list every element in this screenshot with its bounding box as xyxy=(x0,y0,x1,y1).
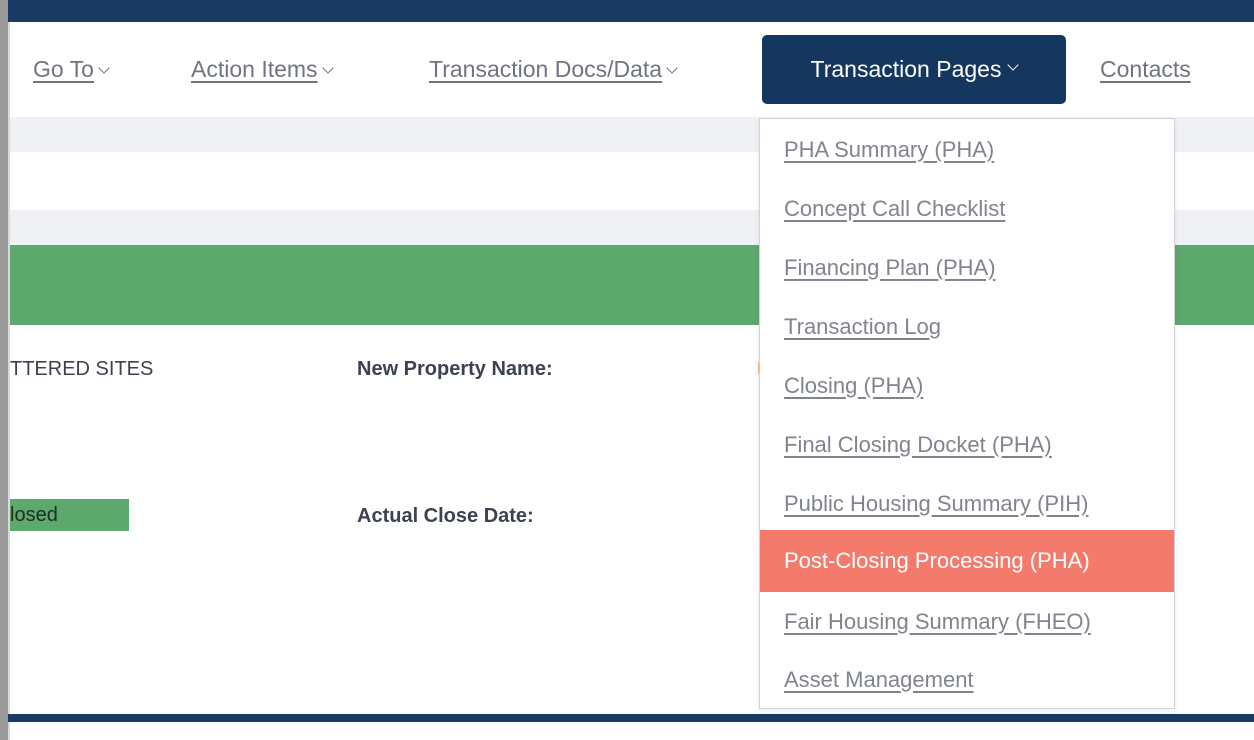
nav-goto[interactable]: Go To xyxy=(33,56,110,83)
nav-transaction-docs[interactable]: Transaction Docs/Data xyxy=(429,56,678,83)
nav-transaction-pages-label: Transaction Pages xyxy=(810,56,1002,82)
app-window: Go To Action Items Transaction Docs/Data… xyxy=(0,0,1254,740)
dropdown-item-fair-housing-summary[interactable]: Fair Housing Summary (FHEO) xyxy=(760,592,1174,651)
status-badge-text: losed xyxy=(10,503,58,526)
actual-close-date-label: Actual Close Date: xyxy=(357,505,534,527)
dropdown-item-asset-management[interactable]: Asset Management xyxy=(760,650,1174,709)
dropdown-item-financing-plan[interactable]: Financing Plan (PHA) xyxy=(760,238,1174,297)
window-left-border xyxy=(0,0,8,740)
transaction-pages-dropdown: PHA Summary (PHA) Concept Call Checklist… xyxy=(759,118,1175,709)
chevron-down-icon xyxy=(1007,58,1020,71)
dropdown-item-post-closing-processing[interactable]: Post-Closing Processing (PHA) xyxy=(760,530,1174,592)
nav-action-items-label: Action Items xyxy=(191,56,318,82)
nav-action-items[interactable]: Action Items xyxy=(191,56,334,83)
nav-contacts-label: Contacts xyxy=(1100,56,1191,82)
chevron-down-icon xyxy=(666,62,678,74)
dropdown-item-transaction-log[interactable]: Transaction Log xyxy=(760,297,1174,356)
dropdown-item-closing[interactable]: Closing (PHA) xyxy=(760,356,1174,415)
chevron-down-icon xyxy=(98,62,110,74)
site-type-value: TTERED SITES xyxy=(10,358,154,380)
status-badge: losed xyxy=(10,499,129,531)
dropdown-item-pha-summary[interactable]: PHA Summary (PHA) xyxy=(760,120,1174,179)
dropdown-item-final-closing-docket[interactable]: Final Closing Docket (PHA) xyxy=(760,415,1174,474)
nav-contacts[interactable]: Contacts xyxy=(1100,56,1191,83)
footer-bar xyxy=(8,714,1254,722)
nav-transaction-docs-label: Transaction Docs/Data xyxy=(429,56,663,82)
dropdown-item-public-housing-summary[interactable]: Public Housing Summary (PIH) xyxy=(760,474,1174,533)
new-property-name-label: New Property Name: xyxy=(357,358,553,380)
dropdown-item-concept-call-checklist[interactable]: Concept Call Checklist xyxy=(760,179,1174,238)
nav-goto-label: Go To xyxy=(33,56,94,82)
nav-transaction-pages[interactable]: Transaction Pages xyxy=(762,35,1066,104)
top-header-bar xyxy=(8,0,1254,22)
chevron-down-icon xyxy=(321,62,334,74)
